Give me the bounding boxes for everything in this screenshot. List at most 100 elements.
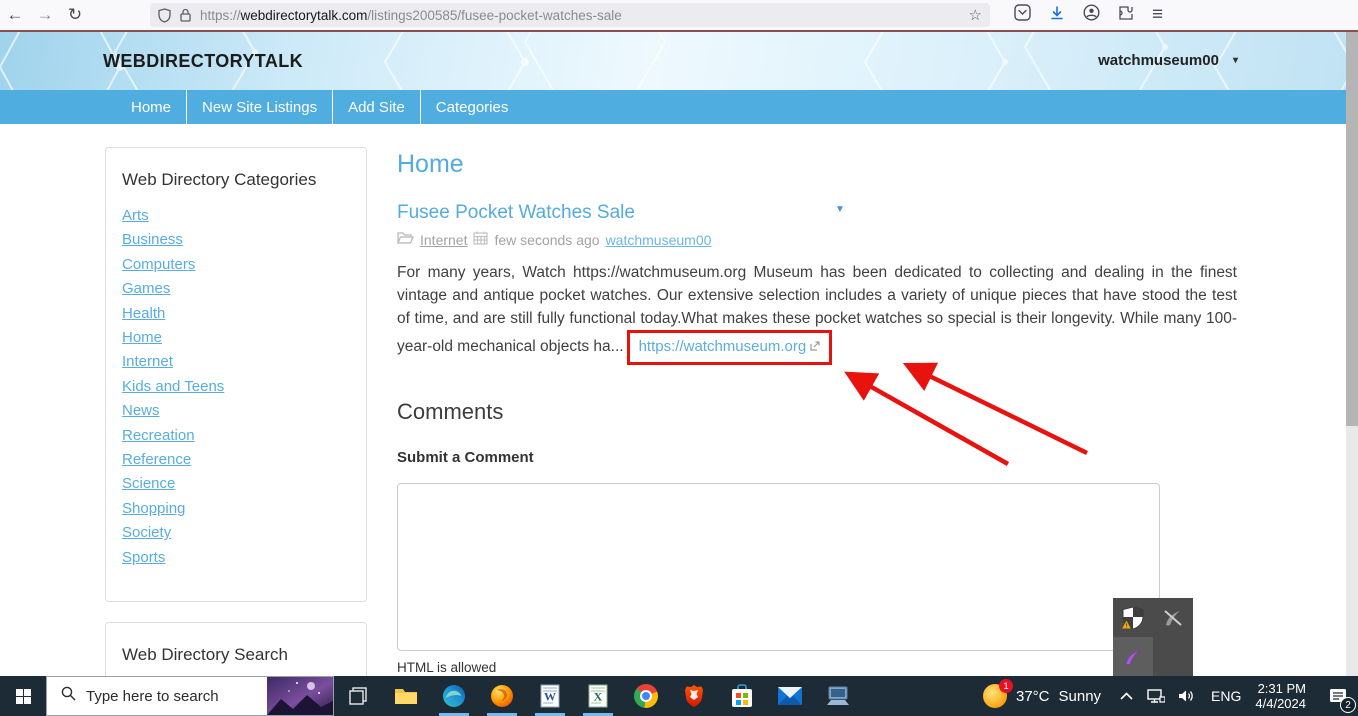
taskbar-firefox[interactable] <box>478 676 526 716</box>
taskbar-chrome[interactable] <box>622 676 670 716</box>
listing-author-link[interactable]: watchmuseum00 <box>606 232 712 248</box>
comments-heading: Comments <box>397 399 504 424</box>
taskbar-connect-display[interactable] <box>814 676 862 716</box>
reload-icon: ↻ <box>67 5 83 24</box>
lock-icon[interactable] <box>180 8 191 22</box>
listing-category-link[interactable]: Internet <box>420 232 467 248</box>
nav-item-home[interactable]: Home <box>116 90 186 124</box>
category-link-news[interactable]: News <box>122 402 160 419</box>
taskbar-clock[interactable]: 2:31 PM 4/4/2024 <box>1251 681 1318 711</box>
category-link-business[interactable]: Business <box>122 231 183 248</box>
list-item: Internet <box>122 350 350 374</box>
nav-item-new-site-listings[interactable]: New Site Listings <box>186 90 332 124</box>
list-item: Science <box>122 472 350 496</box>
start-button[interactable] <box>0 676 46 716</box>
comment-textarea[interactable] <box>397 483 1160 651</box>
category-link-shopping[interactable]: Shopping <box>122 500 185 517</box>
edge-icon <box>443 685 465 707</box>
category-link-kids-and-teens[interactable]: Kids and Teens <box>122 378 224 395</box>
page-scrollbar[interactable] <box>1346 32 1358 676</box>
browser-back-button[interactable]: ← <box>0 2 30 28</box>
list-item: Society <box>122 521 350 545</box>
annotation-red-box: https://watchmuseum.org <box>626 330 833 365</box>
action-center-button[interactable]: 2 <box>1318 676 1358 716</box>
taskbar-mail[interactable] <box>766 676 814 716</box>
browser-forward-button[interactable]: → <box>30 2 60 28</box>
category-link-sports[interactable]: Sports <box>122 549 165 566</box>
category-link-science[interactable]: Science <box>122 475 175 492</box>
folder-icon <box>397 231 414 248</box>
tray-chevron-up-icon[interactable] <box>1111 676 1141 716</box>
category-link-recreation[interactable]: Recreation <box>122 427 195 444</box>
site-brand[interactable]: WEBDIRECTORYTALK <box>103 51 303 72</box>
search-highlight-art[interactable] <box>267 677 333 715</box>
category-link-society[interactable]: Society <box>122 524 171 541</box>
purple-feather-icon[interactable] <box>1113 637 1153 676</box>
back-icon: ← <box>6 5 24 24</box>
list-item: Business <box>122 228 350 252</box>
listing-external-link[interactable]: https://watchmuseum.org <box>639 338 807 355</box>
category-link-games[interactable]: Games <box>122 280 170 297</box>
svg-text:W: W <box>544 690 556 704</box>
taskbar-file-explorer[interactable] <box>382 676 430 716</box>
category-link-arts[interactable]: Arts <box>122 207 149 224</box>
user-caret-icon: ▾ <box>1232 55 1238 66</box>
taskbar-edge[interactable] <box>430 676 478 716</box>
category-link-reference[interactable]: Reference <box>122 451 191 468</box>
username: watchmuseum00 <box>1098 52 1219 69</box>
list-item: Health <box>122 302 350 326</box>
pocket-icon[interactable] <box>1014 4 1031 26</box>
taskbar-store[interactable] <box>718 676 766 716</box>
directory-search-title: Web Directory Search <box>122 645 288 664</box>
address-bar[interactable]: https://webdirectorytalk.com/listings200… <box>150 3 990 27</box>
shield-icon[interactable] <box>158 7 171 23</box>
network-icon[interactable] <box>1141 676 1171 716</box>
excel-icon: X <box>588 684 608 708</box>
categories-list: Arts Business Computers Games Health Hom… <box>122 204 350 570</box>
scrollbar-thumb[interactable] <box>1346 32 1358 426</box>
browser-reload-button[interactable]: ↻ <box>60 2 90 28</box>
menu-icon[interactable]: ≡ <box>1152 4 1163 26</box>
language-indicator[interactable]: ENG <box>1201 688 1251 704</box>
account-icon[interactable] <box>1083 4 1100 26</box>
category-link-health[interactable]: Health <box>122 305 165 322</box>
main-nav: Home New Site Listings Add Site Categori… <box>0 90 1358 124</box>
search-icon <box>61 686 76 706</box>
url-text: https://webdirectorytalk.com/listings200… <box>200 7 622 23</box>
list-item: Arts <box>122 204 350 228</box>
taskbar-search-box[interactable]: Type here to search <box>46 676 334 716</box>
taskbar-word[interactable]: W <box>526 676 574 716</box>
list-item: Games <box>122 277 350 301</box>
list-item: Shopping <box>122 497 350 521</box>
extensions-puzzle-icon[interactable] <box>1118 5 1134 26</box>
firefox-icon <box>491 685 513 707</box>
category-link-home[interactable]: Home <box>122 329 162 346</box>
user-menu[interactable]: watchmuseum00 ▾ <box>1098 52 1238 69</box>
list-item: Home <box>122 326 350 350</box>
forward-icon: → <box>36 5 54 24</box>
weather-widget[interactable]: 1 37°C Sunny <box>973 679 1111 708</box>
nav-item-categories[interactable]: Categories <box>419 90 524 124</box>
windows-security-shield-icon[interactable] <box>1113 598 1153 637</box>
notification-badge: 2 <box>1340 697 1356 713</box>
volume-icon[interactable] <box>1171 676 1201 716</box>
listing-options-caret-icon[interactable]: ▼ <box>835 204 845 215</box>
page-content: Web Directory Categories Arts Business C… <box>0 124 1358 676</box>
external-link-icon <box>810 335 820 358</box>
submit-comment-heading: Submit a Comment <box>397 449 534 466</box>
weather-badge: 1 <box>998 679 1013 693</box>
listing-body: For many years, Watch https://watchmuseu… <box>397 261 1237 365</box>
feather-muted-icon[interactable] <box>1153 598 1193 637</box>
taskbar-brave[interactable] <box>670 676 718 716</box>
listing-title-link[interactable]: Fusee Pocket Watches Sale <box>397 202 1237 224</box>
nav-item-add-site[interactable]: Add Site <box>332 90 420 124</box>
chrome-icon <box>634 684 658 708</box>
weather-condition: Sunny <box>1058 687 1102 705</box>
task-view-button[interactable] <box>334 676 382 716</box>
listing-meta: Internet few seconds ago watchmuseum00 <box>397 231 1237 248</box>
category-link-internet[interactable]: Internet <box>122 353 173 370</box>
bookmark-star-icon[interactable]: ☆ <box>969 6 982 24</box>
taskbar-excel[interactable]: X <box>574 676 622 716</box>
download-icon[interactable] <box>1049 5 1065 26</box>
category-link-computers[interactable]: Computers <box>122 256 195 273</box>
